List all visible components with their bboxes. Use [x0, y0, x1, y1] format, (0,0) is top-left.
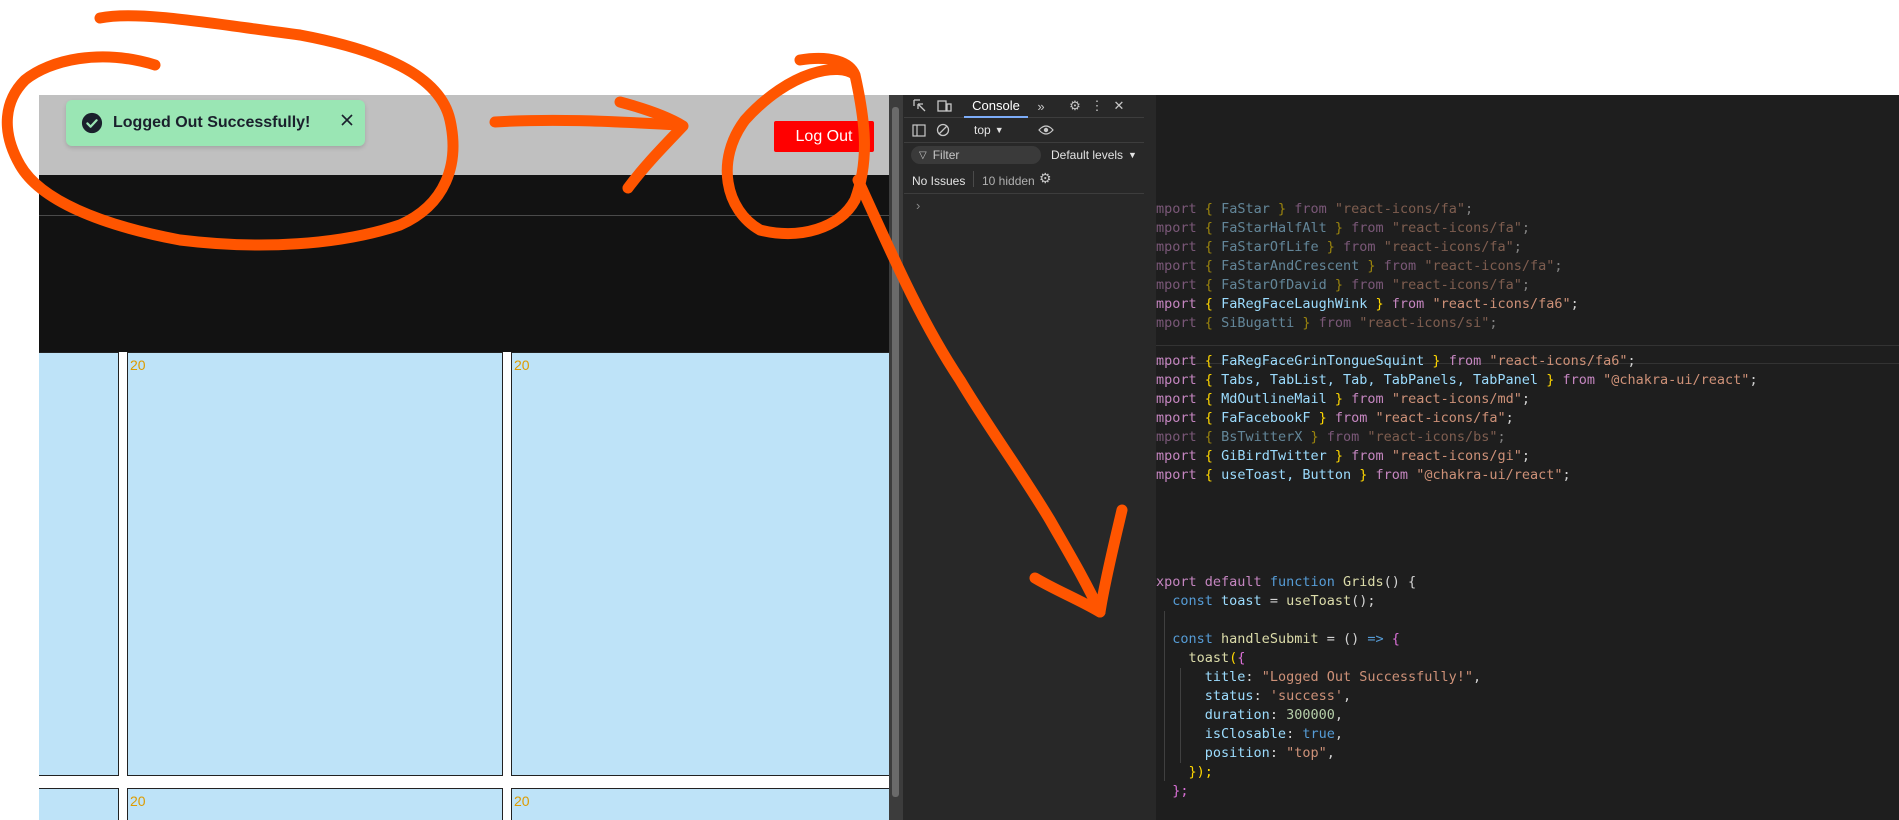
tab-console[interactable]: Console: [964, 95, 1028, 118]
indent-guide: [1164, 611, 1165, 781]
console-toolbar: top ▼: [904, 118, 1144, 143]
grid-area: 20 20 20 20: [39, 352, 889, 820]
inspect-element-icon[interactable]: [910, 97, 930, 115]
page-scrollbar[interactable]: [889, 95, 903, 820]
toast-title: Logged Out Successfully!: [113, 114, 311, 131]
divider: [39, 215, 889, 216]
eye-icon[interactable]: [1036, 122, 1056, 138]
grid-cell: [39, 788, 119, 820]
success-toast: Logged Out Successfully!: [66, 100, 365, 146]
filter-input[interactable]: ▽ Filter: [911, 146, 1041, 164]
import-line: mport { Tabs, TabList, Tab, TabPanels, T…: [1156, 372, 1758, 388]
grid-cell: [39, 352, 119, 776]
import-line: mport { FaFacebookF } from "react-icons/…: [1156, 410, 1514, 426]
devtools-toolbar: Console » ⚙ ⋮ ✕: [904, 95, 1144, 118]
grid-cell-number: 20: [514, 793, 530, 809]
import-line: mport { useToast, Button } from "@chakra…: [1156, 467, 1571, 483]
close-icon: [341, 114, 353, 126]
gear-icon[interactable]: ⚙: [1039, 170, 1052, 187]
toast-close-button[interactable]: [335, 108, 359, 132]
clear-console-icon[interactable]: [934, 122, 952, 138]
issues-label[interactable]: No Issues: [912, 174, 965, 188]
import-line: mport { MdOutlineMail } from "react-icon…: [1156, 391, 1530, 407]
filter-placeholder: Filter: [932, 148, 960, 162]
close-icon[interactable]: ✕: [1110, 97, 1128, 115]
grid-cell-number: 20: [130, 357, 146, 373]
code-line: xport default function Grids() {: [1156, 574, 1417, 590]
code-line: const handleSubmit = () => {: [1172, 631, 1400, 647]
toast-option-line: duration: 300000,: [1204, 707, 1343, 723]
code-line: const toast = useToast();: [1172, 593, 1376, 609]
toast-option-line: isClosable: true,: [1204, 726, 1343, 742]
grid-cell-number: 20: [130, 793, 146, 809]
toast-option-line: status: 'success',: [1204, 688, 1352, 704]
import-line: mport { SiBugatti } from "react-icons/si…: [1156, 315, 1498, 331]
app-header: Logged Out Successfully! Log Out: [39, 95, 889, 175]
filter-row: ▽ Filter Default levels ▼: [904, 143, 1144, 167]
check-circle-icon: [81, 112, 103, 134]
sidebar-toggle-icon[interactable]: [910, 122, 928, 138]
toast-option-line: title: "Logged Out Successfully!",: [1204, 669, 1482, 685]
log-levels-label: Default levels: [1051, 148, 1124, 162]
device-toolbar-icon[interactable]: [934, 97, 954, 115]
context-select-value: top: [974, 123, 991, 137]
more-tabs-icon[interactable]: »: [1032, 97, 1050, 115]
app-viewport: Logged Out Successfully! Log Out 20 20 2…: [39, 95, 889, 820]
grid-cell: 20: [511, 788, 889, 820]
code-line: toast({: [1188, 650, 1246, 666]
import-line: mport { FaStarAndCrescent } from "react-…: [1156, 258, 1563, 274]
kebab-menu-icon[interactable]: ⋮: [1088, 97, 1106, 115]
issues-row: No Issues 10 hidden ⚙: [904, 167, 1144, 194]
import-line: mport { GiBirdTwitter } from "react-icon…: [1156, 448, 1530, 464]
import-line: mport { FaStarOfDavid } from "react-icon…: [1156, 277, 1530, 293]
grid-cell: 20: [127, 788, 503, 820]
import-line: mport { FaRegFaceLaughWink } from "react…: [1156, 296, 1579, 312]
caret-down-icon: ▼: [1128, 150, 1137, 160]
dark-section: [39, 175, 889, 352]
import-line: mport { FaStarHalfAlt } from "react-icon…: [1156, 220, 1530, 236]
toast-option-line: position: "top",: [1204, 745, 1335, 761]
console-prompt[interactable]: ›: [916, 198, 920, 213]
import-line: mport { FaStarOfLife } from "react-icons…: [1156, 239, 1522, 255]
hidden-count[interactable]: 10 hidden: [982, 174, 1035, 188]
caret-down-icon: ▼: [994, 125, 1004, 135]
filter-icon: ▽: [919, 149, 927, 161]
indent-guide: [1180, 668, 1181, 763]
log-levels-dropdown[interactable]: Default levels ▼: [1051, 146, 1146, 164]
import-line: mport { BsTwitterX } from "react-icons/b…: [1156, 429, 1506, 445]
grid-cell-number: 20: [514, 357, 530, 373]
code-editor[interactable]: mport { FaStar } from "react-icons/fa"; m…: [1156, 95, 1899, 820]
grid-cell: 20: [511, 352, 889, 776]
gear-icon[interactable]: ⚙: [1066, 97, 1084, 115]
console-panel: Console » ⚙ ⋮ ✕ top ▼ ▽ Filter Default l…: [904, 95, 1144, 820]
context-select[interactable]: top ▼: [974, 121, 1016, 139]
divider: [973, 171, 974, 187]
import-line: mport { FaStar } from "react-icons/fa";: [1156, 201, 1474, 217]
code-line: };: [1172, 783, 1189, 799]
grid-cell: 20: [127, 352, 503, 776]
scrollbar-thumb[interactable]: [892, 107, 899, 797]
import-line: mport { FaRegFaceGrinTongueSquint } from…: [1156, 353, 1636, 369]
logout-button[interactable]: Log Out: [774, 121, 874, 152]
